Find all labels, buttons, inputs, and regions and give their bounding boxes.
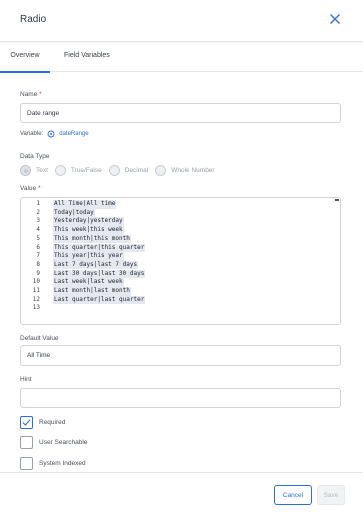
panel-title: Radio xyxy=(20,14,47,25)
radio-button[interactable] xyxy=(155,165,167,176)
line-number: 4 xyxy=(36,226,40,234)
line-text: Last month|last month xyxy=(53,287,131,296)
value-label: Value * xyxy=(20,185,41,192)
required-mark: * xyxy=(39,91,42,98)
line-text: All Time|All time xyxy=(53,200,117,209)
line-number: 10 xyxy=(32,278,40,286)
code-line: 12 Last quarter|last quarter xyxy=(21,295,340,305)
code-line: 6 This quarter|this quarter xyxy=(21,243,340,252)
code-line: 3 Yesterday|yesterday xyxy=(21,217,340,226)
user-searchable-checkbox[interactable] xyxy=(20,436,33,449)
required-mark: * xyxy=(37,185,41,192)
radio-button[interactable] xyxy=(20,165,31,176)
line-text: This week|this week xyxy=(53,226,124,235)
radio-option-whole-number[interactable]: Whole Number xyxy=(155,165,215,176)
name-input-value: Date range xyxy=(27,109,60,117)
cancel-button[interactable]: Cancel xyxy=(274,485,312,505)
radio-option-text[interactable]: Text xyxy=(20,165,48,176)
code-line: 2 Today|today xyxy=(21,208,340,218)
variable-value[interactable]: dateRange xyxy=(59,131,88,137)
line-text: This quarter|this quarter xyxy=(53,243,146,252)
system-indexed-checkbox-row[interactable]: System Indexed xyxy=(20,457,86,470)
radio-option-decimal[interactable]: Decimal xyxy=(108,165,149,176)
line-text: Last 7 days|last 7 days xyxy=(53,260,139,270)
line-text: Today|today xyxy=(53,208,95,218)
radio-button[interactable] xyxy=(108,165,120,176)
value-label-text: Value xyxy=(20,185,37,192)
code-line: 11 Last month|last month xyxy=(21,287,340,296)
code-line: 4 This week|this week xyxy=(21,226,340,235)
variable-row: Variable: dateRange xyxy=(20,130,89,138)
radio-option-true-false[interactable]: True/False xyxy=(54,165,102,176)
code-line: 9 Last 30 days|last 30 days xyxy=(21,269,340,279)
line-text: Last quarter|last quarter xyxy=(53,295,146,305)
default-value-label: Default Value xyxy=(20,335,59,342)
line-number: 2 xyxy=(36,208,40,216)
save-button[interactable]: Save xyxy=(317,485,345,505)
data-type-label: Data Type xyxy=(20,153,50,160)
line-number: 5 xyxy=(36,234,40,242)
checkbox-label: System Indexed xyxy=(39,460,86,467)
link-icon xyxy=(47,130,55,138)
default-value-input[interactable]: All Time xyxy=(20,345,341,366)
checkbox-label: User Searchable xyxy=(39,439,88,446)
variable-label: Variable: xyxy=(20,131,44,137)
code-line: 1 All Time|All time xyxy=(21,200,340,209)
user-searchable-checkbox-row[interactable]: User Searchable xyxy=(20,436,87,449)
line-number: 3 xyxy=(36,217,40,225)
line-number: 13 xyxy=(32,304,40,312)
panel-header: Radio xyxy=(0,0,363,42)
code-line: 7 This year|this year xyxy=(21,252,340,261)
checkbox-label: Required xyxy=(39,419,66,426)
data-type-radio-group: Text True/False Decimal Whole Number xyxy=(20,165,222,176)
tab-overview[interactable]: Overview xyxy=(0,52,50,73)
code-line: 13 xyxy=(21,304,340,313)
required-checkbox[interactable] xyxy=(20,416,33,429)
line-text: Last 30 days|last 30 days xyxy=(53,269,146,279)
name-label-text: Name xyxy=(20,91,38,98)
tab-field-variables[interactable]: Field Variables xyxy=(64,52,110,59)
hint-label: Hint xyxy=(20,376,32,383)
line-text: Last week|last week xyxy=(53,278,124,287)
line-number: 12 xyxy=(32,295,40,303)
default-value-text: All Time xyxy=(27,352,51,359)
radio-label: Text xyxy=(36,167,48,174)
code-line: 10 Last week|last week xyxy=(21,278,340,287)
checkmark-icon xyxy=(22,419,31,426)
line-number: 1 xyxy=(36,200,40,207)
radio-label: Decimal xyxy=(124,167,149,174)
line-number: 11 xyxy=(32,287,40,294)
close-icon[interactable] xyxy=(329,13,341,25)
tab-bar: Overview Field Variables xyxy=(0,42,363,73)
line-number: 7 xyxy=(36,252,40,260)
name-input[interactable]: Date range xyxy=(20,103,341,123)
hint-input[interactable] xyxy=(20,388,341,408)
line-text: This month|this month xyxy=(53,234,131,244)
panel-footer: Cancel Save xyxy=(0,472,363,512)
value-code-editor[interactable]: 1 All Time|All time 2 Today|today 3 Yesterd… xyxy=(20,197,341,325)
radio-button[interactable] xyxy=(54,165,66,176)
radio-label: True/False xyxy=(70,167,102,174)
system-indexed-checkbox[interactable] xyxy=(20,457,33,470)
line-number: 6 xyxy=(36,243,40,251)
radio-label: Whole Number xyxy=(171,167,215,174)
name-label: Name * xyxy=(20,91,42,98)
line-number: 9 xyxy=(36,269,40,277)
line-text: Yesterday|yesterday xyxy=(53,217,124,226)
code-line: 8 Last 7 days|last 7 days xyxy=(21,260,340,270)
required-checkbox-row[interactable]: Required xyxy=(20,416,65,429)
line-number: 8 xyxy=(36,260,40,268)
code-line: 5 This month|this month xyxy=(21,234,340,244)
line-text: This year|this year xyxy=(53,252,124,261)
